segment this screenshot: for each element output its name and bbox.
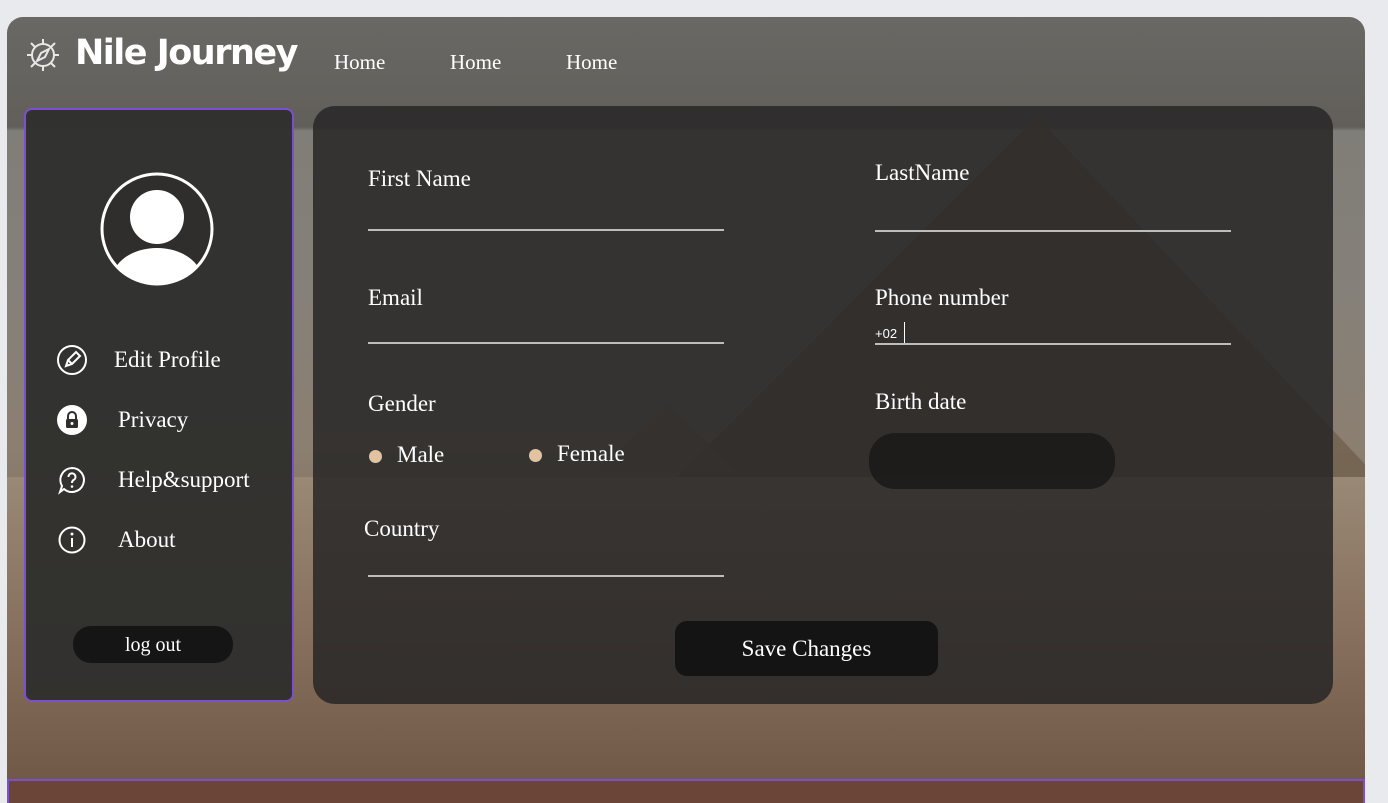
help-chat-icon xyxy=(58,466,85,495)
nav-home-2[interactable]: Home xyxy=(450,50,501,75)
gender-option-male[interactable]: Male xyxy=(397,442,444,468)
sidebar-item-label: Help&support xyxy=(118,467,250,492)
brand-name[interactable]: Nile Journey xyxy=(75,33,298,73)
sidebar-item-help-support[interactable]: Help&support xyxy=(56,464,250,496)
top-navbar: Nile Journey Home Home Home xyxy=(7,17,1365,97)
nav-home-3[interactable]: Home xyxy=(566,50,617,75)
first-name-label: First Name xyxy=(368,166,471,191)
gender-label: Gender xyxy=(368,391,436,416)
sidebar-item-edit-profile[interactable]: Edit Profile xyxy=(56,344,221,376)
profile-form-panel: First Name LastName Email Phone number +… xyxy=(313,106,1333,704)
birth-date-input[interactable] xyxy=(869,433,1115,489)
last-name-label: LastName xyxy=(875,160,970,185)
phone-underline xyxy=(875,343,1231,345)
sidebar-item-label: Privacy xyxy=(118,407,189,432)
email-underline xyxy=(368,342,724,344)
info-icon xyxy=(58,526,86,554)
email-input[interactable] xyxy=(368,314,724,342)
sidebar-item-privacy[interactable]: Privacy xyxy=(56,404,188,436)
first-name-input[interactable] xyxy=(368,200,724,228)
last-name-underline xyxy=(875,230,1231,232)
sidebar-item-about[interactable]: About xyxy=(56,524,176,556)
birth-date-label: Birth date xyxy=(875,389,967,414)
phone-input[interactable] xyxy=(907,318,1231,344)
lock-icon xyxy=(57,405,87,435)
first-name-underline xyxy=(368,229,724,231)
sidebar-item-label: About xyxy=(118,527,176,552)
logout-button[interactable]: log out xyxy=(73,626,233,663)
gender-option-female[interactable]: Female xyxy=(557,441,625,467)
save-changes-button[interactable]: Save Changes xyxy=(675,621,938,676)
country-input[interactable] xyxy=(368,547,724,575)
country-underline xyxy=(368,575,724,577)
pencil-circle-icon xyxy=(57,345,87,375)
sidebar-item-label: Edit Profile xyxy=(114,347,221,372)
email-label: Email xyxy=(368,285,423,310)
page-footer xyxy=(7,779,1365,803)
user-avatar-icon xyxy=(100,172,214,286)
phone-label: Phone number xyxy=(875,285,1009,310)
gender-radio-female[interactable] xyxy=(529,449,542,462)
phone-prefix: +02 xyxy=(875,326,898,341)
compass-icon xyxy=(27,39,59,71)
text-caret xyxy=(904,322,905,344)
country-label: Country xyxy=(364,516,440,541)
gender-radio-male[interactable] xyxy=(369,450,382,463)
profile-sidebar: Edit Profile Privacy Help&support About … xyxy=(24,108,294,702)
last-name-input[interactable] xyxy=(875,200,1231,228)
nav-home-1[interactable]: Home xyxy=(334,50,385,75)
